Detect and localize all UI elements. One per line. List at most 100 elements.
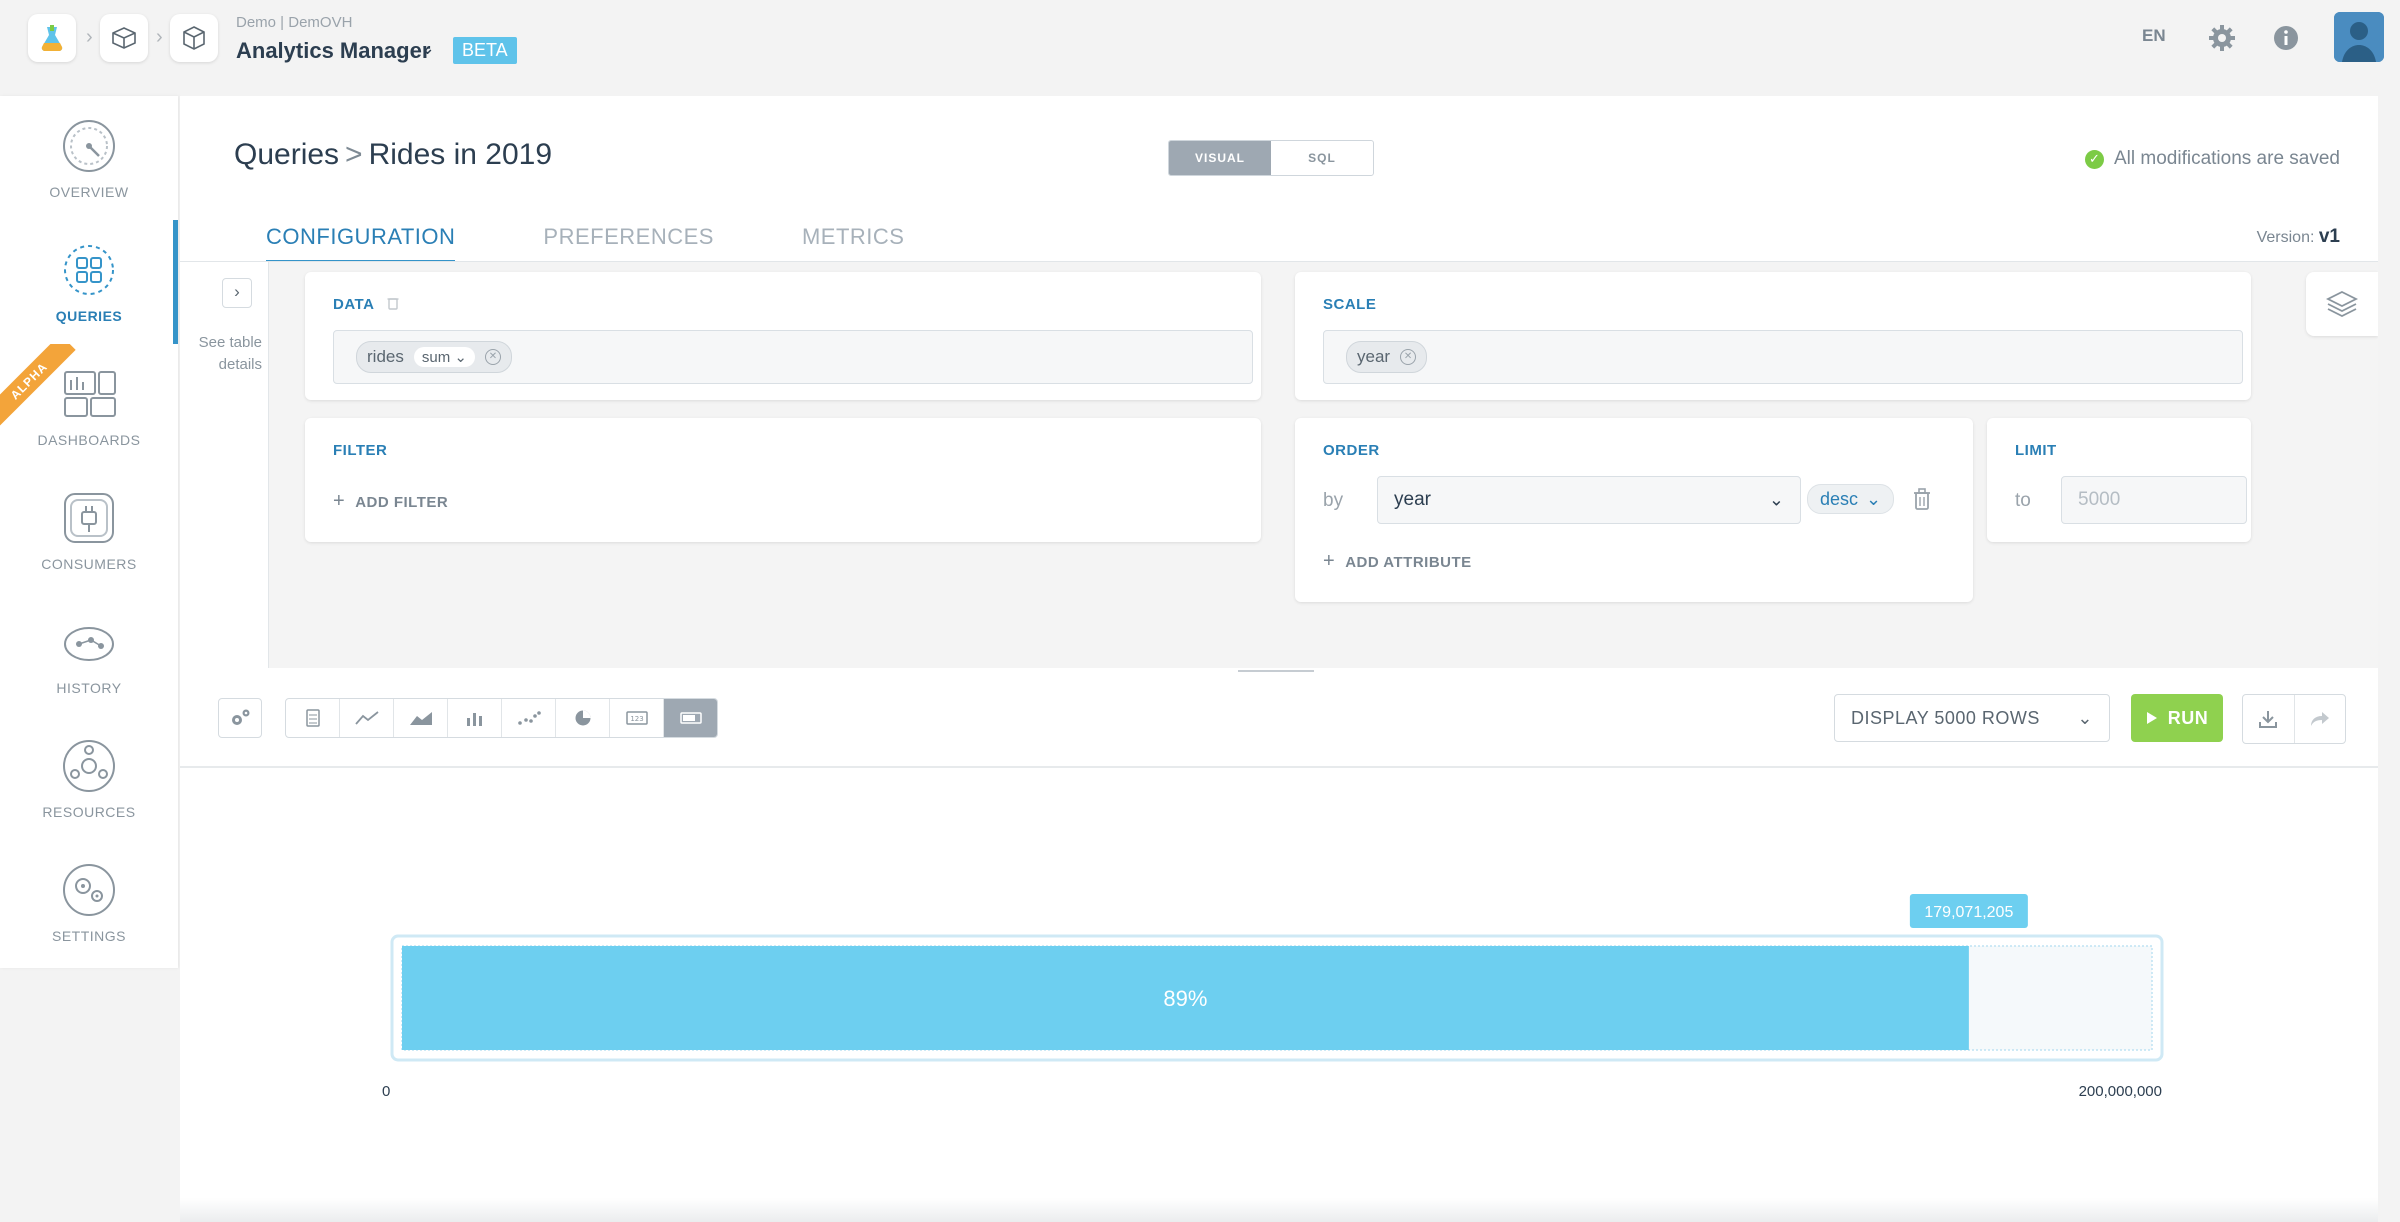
gear-icon[interactable]: [2206, 22, 2238, 54]
chart-type-area[interactable]: [394, 699, 448, 737]
remove-chip-icon[interactable]: ✕: [484, 349, 501, 365]
gauge-chart: 89% 179,071,205 0 200,000,000: [382, 894, 2164, 1100]
chevron-down-icon: ⌄: [1866, 488, 1882, 509]
tab-configuration[interactable]: CONFIGURATION: [266, 224, 456, 263]
sidebar: OVERVIEW QUERIES ALPHA DASHBOARDS CONSUM…: [0, 96, 178, 968]
sidebar-item-label: HISTORY: [56, 680, 122, 696]
scatter-icon: [517, 711, 541, 725]
sidebar-item-consumers[interactable]: CONSUMERS: [0, 468, 178, 592]
trash-icon[interactable]: [387, 296, 399, 310]
sidebar-item-label: RESOURCES: [42, 804, 136, 820]
version-value: v1: [2318, 226, 2340, 247]
trash-icon[interactable]: [1913, 488, 1931, 515]
order-direction-select[interactable]: desc ⌄: [1807, 484, 1895, 514]
dashboard-gauge-icon: [63, 120, 115, 172]
pie-chart-icon: [575, 710, 590, 726]
language-switcher[interactable]: EN: [2142, 26, 2166, 46]
sidebar-item-dashboards[interactable]: ALPHA DASHBOARDS: [0, 344, 178, 468]
project-cubes-icon[interactable]: [100, 14, 148, 62]
tab-preferences[interactable]: PREFERENCES: [543, 224, 714, 260]
scale-card: SCALE year ✕: [1295, 272, 2251, 400]
user-avatar[interactable]: [2334, 12, 2384, 62]
sql-mode-button[interactable]: SQL: [1271, 141, 1373, 175]
sidebar-item-settings[interactable]: SETTINGS: [0, 840, 178, 964]
app-title[interactable]: Analytics Manager: [236, 38, 430, 64]
main-panel: Queries > Rides in 2019 VISUAL SQL ✓ All m…: [180, 96, 2378, 1222]
add-filter-button[interactable]: + ADD FILTER: [333, 490, 448, 513]
order-field-select[interactable]: year ⌄: [1377, 476, 1801, 524]
gauge-bar-icon: [679, 712, 702, 724]
data-drop-zone[interactable]: rides sum ⌄ ✕: [333, 330, 1253, 384]
chart-type-number[interactable]: 123: [610, 699, 664, 737]
sidebar-item-resources[interactable]: RESOURCES: [0, 716, 178, 840]
bottom-shadow: [180, 1198, 2378, 1222]
chart-area: 89% 179,071,205 0 200,000,000: [180, 768, 2378, 1222]
gauge-percent-label: 89%: [1163, 986, 1207, 1011]
layers-button[interactable]: [2306, 272, 2378, 336]
filter-card-title: FILTER: [333, 442, 388, 459]
tab-bar: CONFIGURATION PREFERENCES METRICS: [266, 224, 905, 263]
data-chip[interactable]: rides sum ⌄ ✕: [356, 341, 512, 373]
run-button[interactable]: RUN: [2131, 694, 2223, 742]
sidebar-item-label: QUERIES: [55, 308, 123, 324]
expand-table-details-button[interactable]: ›: [222, 278, 252, 308]
limit-input[interactable]: 5000: [2061, 476, 2247, 524]
table-details-column: › See table details: [180, 262, 269, 668]
sidebar-item-overview[interactable]: OVERVIEW: [0, 96, 178, 220]
scale-drop-zone[interactable]: year ✕: [1323, 330, 2243, 384]
tab-metrics[interactable]: METRICS: [802, 224, 905, 260]
chart-type-scatter[interactable]: [502, 699, 556, 737]
sidebar-item-label: DASHBOARDS: [37, 432, 141, 448]
order-by-label: by: [1323, 490, 1344, 511]
scale-card-title: SCALE: [1323, 296, 1377, 313]
share-icon: [2310, 712, 2329, 726]
chart-type-gauge[interactable]: [664, 699, 717, 737]
visual-mode-button[interactable]: VISUAL: [1169, 141, 1271, 175]
download-icon: [2259, 711, 2278, 728]
scale-chip[interactable]: year ✕: [1346, 341, 1428, 373]
play-icon: [2146, 712, 2157, 724]
info-icon[interactable]: [2270, 22, 2302, 54]
gears-icon: [232, 709, 250, 725]
axis-max-label: 200,000,000: [2079, 1083, 2162, 1100]
chart-type-selector: 123: [285, 698, 718, 738]
plus-icon: +: [1323, 550, 1336, 572]
chart-type-bar[interactable]: [448, 699, 502, 737]
resources-icon: [63, 740, 115, 792]
chevron-down-icon[interactable]: ⌄: [420, 38, 435, 59]
sidebar-item-label: CONSUMERS: [41, 556, 137, 572]
scale-chip-field: year: [1357, 347, 1391, 366]
layers-icon: [2325, 290, 2359, 318]
add-attribute-button[interactable]: + ADD ATTRIBUTE: [1323, 550, 1472, 573]
chart-settings-button[interactable]: [218, 698, 262, 738]
display-rows-select[interactable]: DISPLAY 5000 ROWS ⌄: [1834, 694, 2110, 742]
share-button[interactable]: [2295, 695, 2346, 743]
aggregation-select[interactable]: sum ⌄: [413, 347, 475, 367]
version-indicator: Version: v1: [2257, 226, 2340, 248]
breadcrumb-separator-icon: ›: [86, 26, 93, 48]
service-cube-icon[interactable]: [170, 14, 218, 62]
sidebar-item-label: OVERVIEW: [49, 184, 129, 200]
value-tooltip-label: 179,071,205: [1924, 904, 2013, 921]
limit-card-title: LIMIT: [2015, 442, 2057, 459]
platform-logo-icon[interactable]: [28, 14, 76, 62]
plus-icon: +: [333, 490, 346, 512]
breadcrumb-root-link[interactable]: Queries: [234, 138, 339, 171]
page-title: Rides in 2019: [368, 138, 553, 171]
sidebar-item-history[interactable]: HISTORY: [0, 592, 178, 716]
queries-grid-icon: [64, 245, 114, 295]
chart-type-table[interactable]: [286, 699, 340, 737]
remove-chip-icon[interactable]: ✕: [1400, 349, 1417, 365]
limit-card: LIMIT to 5000: [1987, 418, 2251, 542]
sidebar-item-queries[interactable]: QUERIES: [0, 220, 178, 344]
chart-type-pie[interactable]: [556, 699, 610, 737]
results-toolbar: 123 DISPLAY 5000 ROWS ⌄ RUN: [180, 674, 2378, 768]
check-circle-icon: ✓: [2085, 149, 2104, 169]
see-table-details-link[interactable]: See table details: [188, 332, 262, 376]
chart-type-line[interactable]: [340, 699, 394, 737]
order-card-title: ORDER: [1323, 442, 1380, 459]
order-card: ORDER by year ⌄ desc ⌄ + ADD ATTRIBUTE: [1295, 418, 1973, 602]
org-breadcrumb: Demo | DemOVH: [236, 14, 353, 31]
download-button[interactable]: [2243, 695, 2295, 743]
breadcrumb-separator-icon: ›: [156, 26, 163, 48]
